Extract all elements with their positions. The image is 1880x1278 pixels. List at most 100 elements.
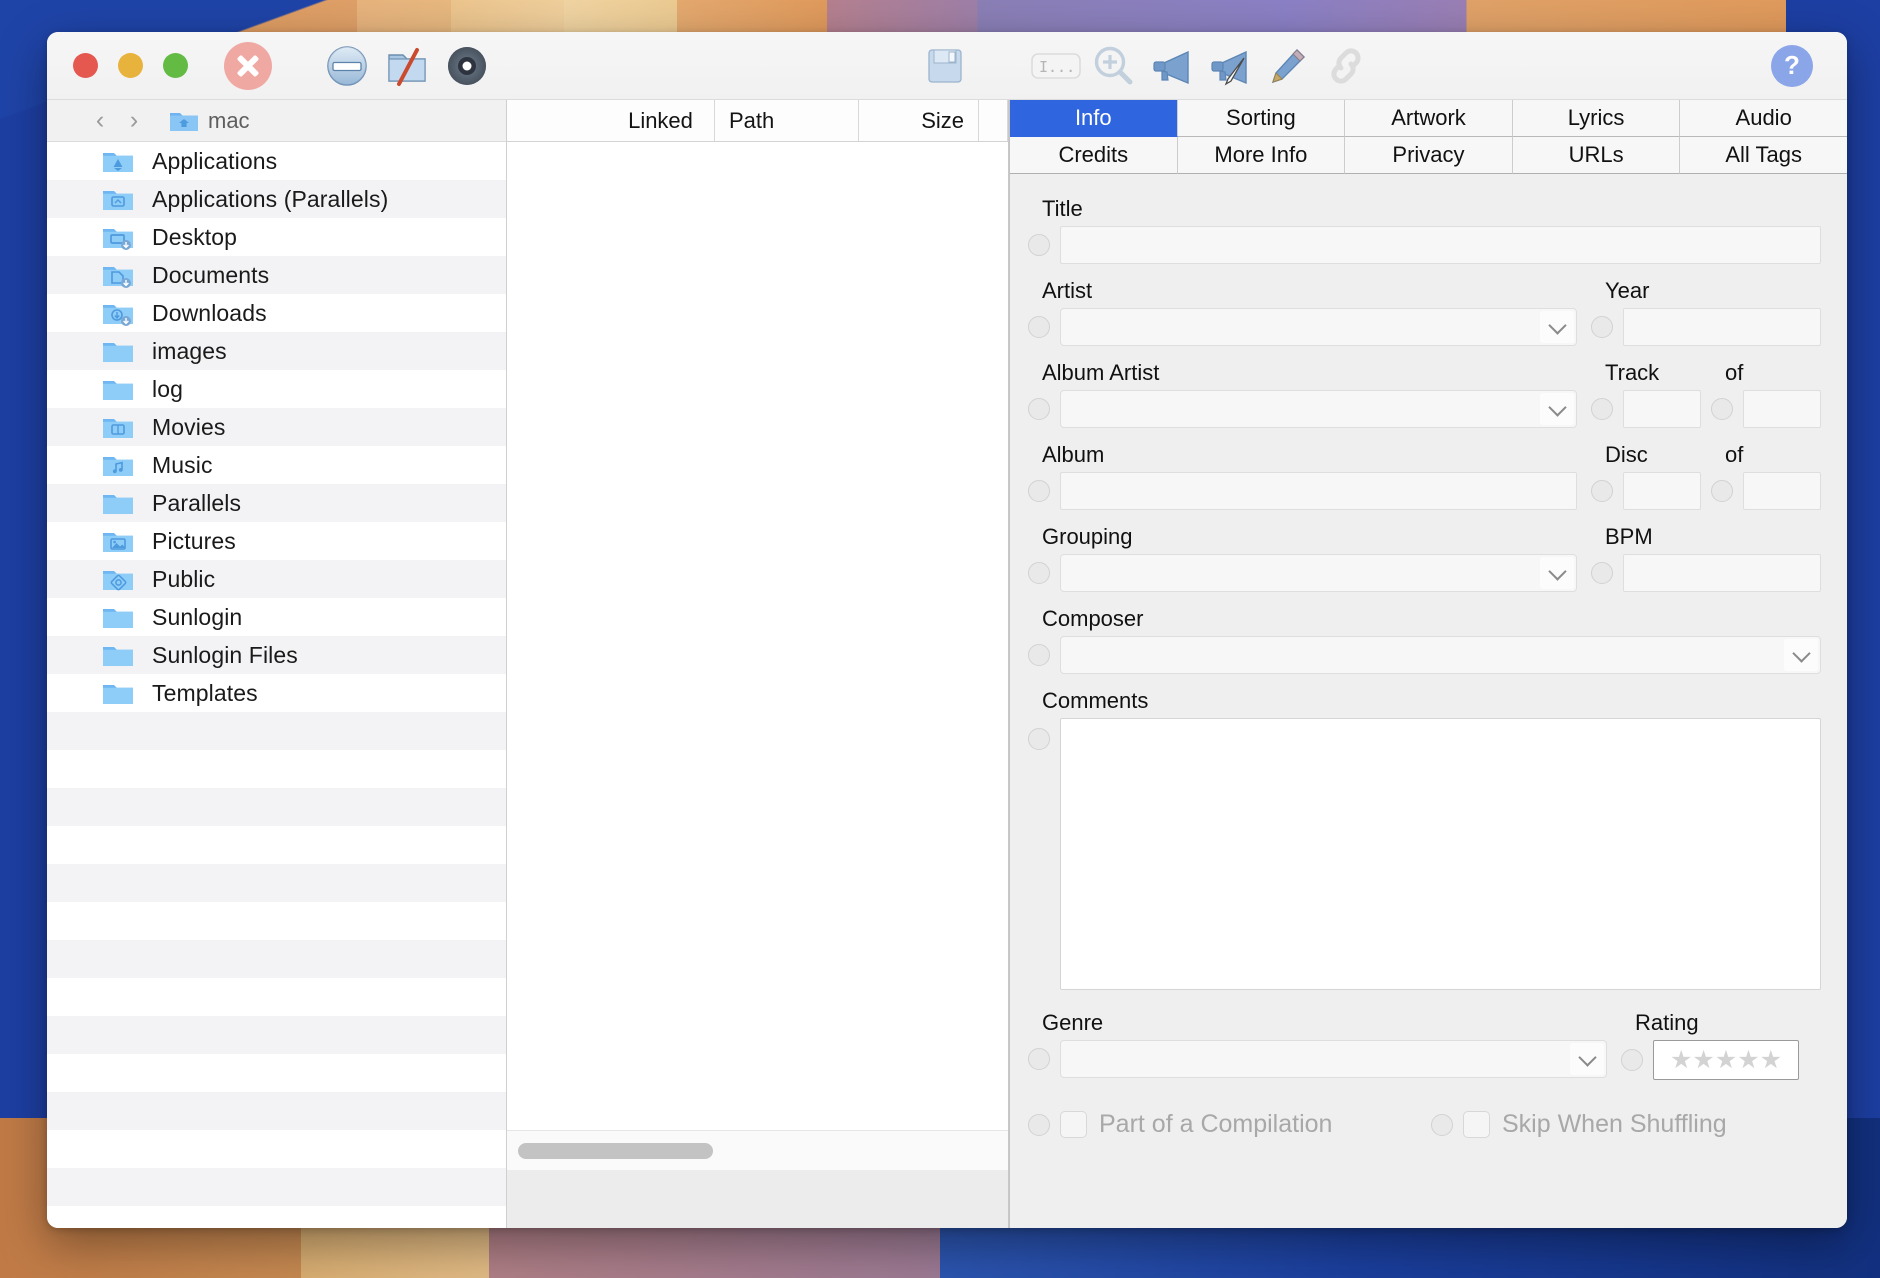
album-artist-input[interactable] <box>1060 390 1577 428</box>
horizontal-scrollbar-thumb[interactable] <box>518 1143 713 1159</box>
artist-toggle[interactable] <box>1028 316 1050 338</box>
tab-urls[interactable]: URLs <box>1513 137 1681 174</box>
nav-back-button[interactable]: ‹ <box>83 108 117 133</box>
sidebar-item-pictures[interactable]: Pictures <box>47 522 506 560</box>
sidebar-item-public[interactable]: Public <box>47 560 506 598</box>
disc-input[interactable] <box>1623 472 1701 510</box>
rating-stars[interactable]: ★★★★★ <box>1653 1040 1799 1080</box>
sidebar-item-movies[interactable]: Movies <box>47 408 506 446</box>
bpm-input[interactable] <box>1623 554 1821 592</box>
compilation-toggle[interactable] <box>1028 1114 1050 1136</box>
megaphone-icon[interactable] <box>1143 43 1201 89</box>
sidebar-item-documents[interactable]: Documents <box>47 256 506 294</box>
genre-label: Genre <box>1028 1010 1607 1040</box>
column-header-size[interactable]: Size <box>859 100 979 141</box>
disc-of-toggle[interactable] <box>1711 480 1733 502</box>
composer-toggle[interactable] <box>1028 644 1050 666</box>
album-artist-label: Album Artist <box>1028 360 1577 390</box>
tab-lyrics[interactable]: Lyrics <box>1513 100 1681 137</box>
minimize-window-button[interactable] <box>118 53 143 78</box>
folder-list[interactable]: ApplicationsApplications (Parallels)Desk… <box>47 142 506 1228</box>
sidebar-item-parallels[interactable]: Parallels <box>47 484 506 522</box>
disc-icon[interactable] <box>444 43 490 89</box>
grouping-input[interactable] <box>1060 554 1577 592</box>
year-toggle[interactable] <box>1591 316 1613 338</box>
sidebar-item-applications-parallels[interactable]: Applications (Parallels) <box>47 180 506 218</box>
comments-toggle[interactable] <box>1028 728 1050 750</box>
public-folder-icon <box>102 567 134 592</box>
skip-shuffle-label: Skip When Shuffling <box>1502 1110 1727 1139</box>
sidebar-item-label: Public <box>152 566 215 593</box>
sidebar-item-sunlogin[interactable]: Sunlogin <box>47 598 506 636</box>
sidebar-item-log[interactable]: log <box>47 370 506 408</box>
close-file-button[interactable] <box>224 42 272 90</box>
track-of-input[interactable] <box>1743 390 1821 428</box>
sidebar-item-sunlogin-files[interactable]: Sunlogin Files <box>47 636 506 674</box>
chain-link-icon[interactable] <box>1317 43 1375 89</box>
title-toggle[interactable] <box>1028 234 1050 256</box>
sidebar-item-music[interactable]: Music <box>47 446 506 484</box>
skip-shuffle-toggle[interactable] <box>1431 1114 1453 1136</box>
tab-more-info[interactable]: More Info <box>1178 137 1346 174</box>
megaphone-pencil-icon[interactable] <box>1201 43 1259 89</box>
disc-of-input[interactable] <box>1743 472 1821 510</box>
pencil-icon[interactable] <box>1259 43 1317 89</box>
tab-bar-primary[interactable]: InfoSortingArtworkLyricsAudio <box>1010 100 1847 137</box>
tag-editor-pane: InfoSortingArtworkLyricsAudio CreditsMor… <box>1009 100 1847 1228</box>
year-input[interactable] <box>1623 308 1821 346</box>
title-input[interactable] <box>1060 226 1821 264</box>
compilation-checkbox[interactable] <box>1060 1111 1087 1138</box>
rating-toggle[interactable] <box>1621 1049 1643 1071</box>
floppy-save-icon[interactable] <box>922 43 968 89</box>
horizontal-scrollbar[interactable] <box>507 1130 1008 1170</box>
text-field-icon[interactable]: I... <box>1027 43 1085 89</box>
album-toggle[interactable] <box>1028 480 1050 502</box>
nav-forward-button[interactable]: › <box>117 108 151 133</box>
album-artist-toggle[interactable] <box>1028 398 1050 420</box>
no-entry-icon[interactable] <box>324 43 370 89</box>
album-input[interactable] <box>1060 472 1577 510</box>
file-table-pane: Linked Path Size <box>507 100 1009 1228</box>
skip-shuffle-checkbox[interactable] <box>1463 1111 1490 1138</box>
genre-toggle[interactable] <box>1028 1048 1050 1070</box>
sidebar-item-applications[interactable]: Applications <box>47 142 506 180</box>
magnifier-plus-icon[interactable] <box>1085 43 1143 89</box>
plain-folder-icon <box>102 377 134 402</box>
disc-toggle[interactable] <box>1591 480 1613 502</box>
field-row-artist-year: Artist Year <box>1010 278 1847 346</box>
tab-info[interactable]: Info <box>1010 100 1178 137</box>
zoom-window-button[interactable] <box>163 53 188 78</box>
tab-privacy[interactable]: Privacy <box>1345 137 1513 174</box>
track-of-toggle[interactable] <box>1711 398 1733 420</box>
sidebar-item-images[interactable]: images <box>47 332 506 370</box>
track-input[interactable] <box>1623 390 1701 428</box>
close-window-button[interactable] <box>73 53 98 78</box>
compilation-checkbox-row[interactable]: Part of a Compilation <box>1060 1110 1332 1139</box>
file-table-body[interactable] <box>507 142 1008 1130</box>
tab-artwork[interactable]: Artwork <box>1345 100 1513 137</box>
sidebar-item-downloads[interactable]: Downloads <box>47 294 506 332</box>
tab-audio[interactable]: Audio <box>1680 100 1847 137</box>
track-toggle[interactable] <box>1591 398 1613 420</box>
folder-slash-icon[interactable] <box>384 43 430 89</box>
column-header-blank[interactable] <box>507 100 607 141</box>
tab-credits[interactable]: Credits <box>1010 137 1178 174</box>
composer-input[interactable] <box>1060 636 1821 674</box>
tab-sorting[interactable]: Sorting <box>1178 100 1346 137</box>
genre-input[interactable] <box>1060 1040 1607 1078</box>
skip-shuffle-checkbox-row[interactable]: Skip When Shuffling <box>1463 1110 1727 1139</box>
column-header-linked[interactable]: Linked <box>607 100 715 141</box>
column-header-end[interactable] <box>979 100 1008 141</box>
column-header-path[interactable]: Path <box>715 100 859 141</box>
sidebar-item-templates[interactable]: Templates <box>47 674 506 712</box>
field-row-checkboxes: Part of a Compilation Skip When Shufflin… <box>1010 1110 1847 1139</box>
sidebar-item-desktop[interactable]: Desktop <box>47 218 506 256</box>
comments-textarea[interactable] <box>1060 718 1821 990</box>
grouping-toggle[interactable] <box>1028 562 1050 584</box>
bpm-toggle[interactable] <box>1591 562 1613 584</box>
disc-of-label: of <box>1711 442 1821 472</box>
help-button[interactable]: ? <box>1771 45 1813 87</box>
artist-input[interactable] <box>1060 308 1577 346</box>
tab-bar-secondary[interactable]: CreditsMore InfoPrivacyURLsAll Tags <box>1010 137 1847 174</box>
tab-all-tags[interactable]: All Tags <box>1680 137 1847 174</box>
